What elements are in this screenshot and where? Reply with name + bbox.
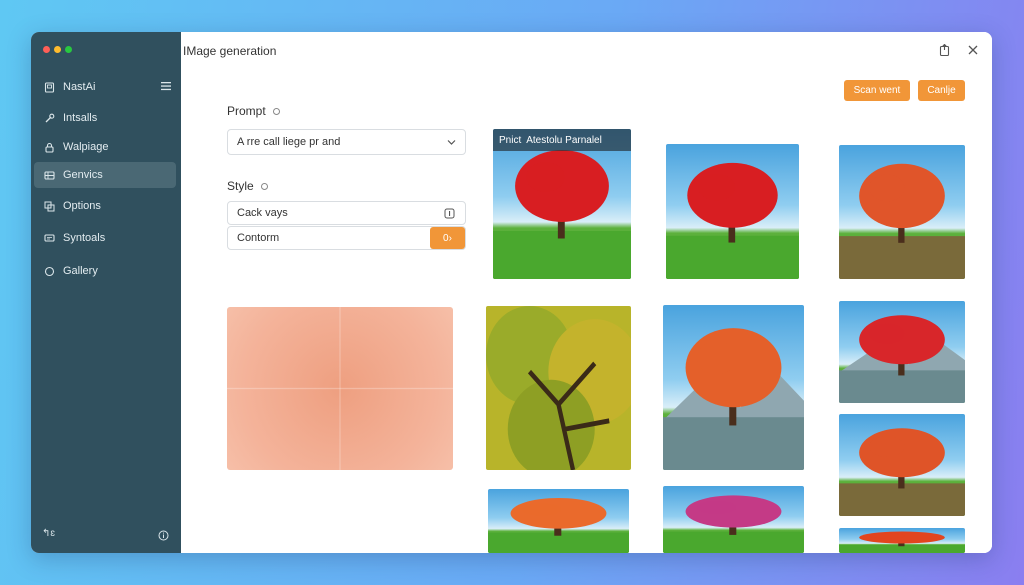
- gallery-thumbnail[interactable]: [839, 414, 965, 516]
- prompt-label: Prompt: [227, 104, 281, 118]
- minimize-dot[interactable]: [54, 46, 61, 53]
- settings-icon[interactable]: [272, 107, 281, 116]
- sidebar-item-label: NastAi: [63, 81, 96, 93]
- chevron-down-icon: [447, 140, 456, 145]
- maximize-dot[interactable]: [65, 46, 72, 53]
- gallery-thumbnail[interactable]: [663, 305, 804, 470]
- settings-icon[interactable]: [260, 182, 269, 191]
- circle-icon: [43, 265, 55, 277]
- app-window: NastAi Intsalls Walpiage Genvics Options: [31, 32, 992, 553]
- sidebar-item-label: Intsalls: [63, 112, 98, 124]
- gallery-thumbnail[interactable]: Pnict Atestolu Parnalel: [493, 129, 631, 279]
- layers-icon: [43, 200, 55, 212]
- image-preview-placeholder: [227, 307, 453, 470]
- export-icon[interactable]: [937, 43, 951, 57]
- close-icon[interactable]: [966, 43, 980, 57]
- sidebar-item-label: Syntoals: [63, 232, 106, 244]
- main-content: IMage generation Scan went Canlje Prompt…: [181, 32, 992, 553]
- info-icon[interactable]: [158, 530, 169, 541]
- style-label: Style: [227, 179, 269, 193]
- sidebar-item-options[interactable]: Options: [34, 193, 176, 219]
- gallery-thumbnail[interactable]: [488, 489, 629, 553]
- chat-icon: [43, 232, 55, 244]
- prompt-select[interactable]: A rre call liege pr and: [227, 129, 466, 155]
- sidebar-item-intsalls[interactable]: Intsalls: [34, 105, 176, 131]
- scan-button[interactable]: Scan went: [844, 80, 910, 101]
- sidebar-item-syntoals[interactable]: Syntoals: [34, 225, 176, 251]
- thumbnail-caption: Pnict Atestolu Parnalel: [493, 129, 631, 151]
- device-icon: [43, 81, 55, 93]
- sidebar-item-label: Gallery: [63, 265, 98, 277]
- gallery-thumbnail[interactable]: [839, 301, 965, 403]
- gallery-thumbnail[interactable]: [839, 145, 965, 279]
- wrench-icon: [43, 112, 55, 124]
- style-apply-button[interactable]: 0›: [430, 227, 465, 249]
- lock-icon: [43, 141, 55, 153]
- gallery-thumbnail[interactable]: [666, 144, 799, 279]
- sidebar-item-nastai[interactable]: NastAi: [34, 74, 176, 100]
- change-button[interactable]: Canlje: [918, 80, 965, 101]
- sidebar: NastAi Intsalls Walpiage Genvics Options: [31, 32, 181, 553]
- caption-title: Atestolu Parnalel: [526, 134, 602, 146]
- sidebar-item-label: Options: [63, 200, 101, 212]
- style-field[interactable]: Cack vays: [227, 201, 466, 225]
- close-dot[interactable]: [43, 46, 50, 53]
- sidebar-item-genvics[interactable]: Genvics: [34, 162, 176, 188]
- caption-prefix: Pnict: [499, 134, 522, 146]
- sidebar-item-label: Walpiage: [63, 141, 109, 153]
- info-icon[interactable]: [444, 208, 455, 219]
- gallery-thumbnail[interactable]: [486, 306, 631, 470]
- gallery-thumbnail[interactable]: [839, 528, 965, 553]
- sidebar-footer-text[interactable]: ↰ɛ: [42, 528, 55, 539]
- gallery-thumbnail[interactable]: [663, 486, 804, 553]
- sidebar-item-walpiage[interactable]: Walpiage: [34, 134, 176, 160]
- window-controls: [43, 46, 72, 53]
- grid-icon: [43, 169, 55, 181]
- sidebar-item-label: Genvics: [63, 169, 103, 181]
- page-title: IMage generation: [183, 44, 277, 58]
- sidebar-item-gallery[interactable]: Gallery: [34, 258, 176, 284]
